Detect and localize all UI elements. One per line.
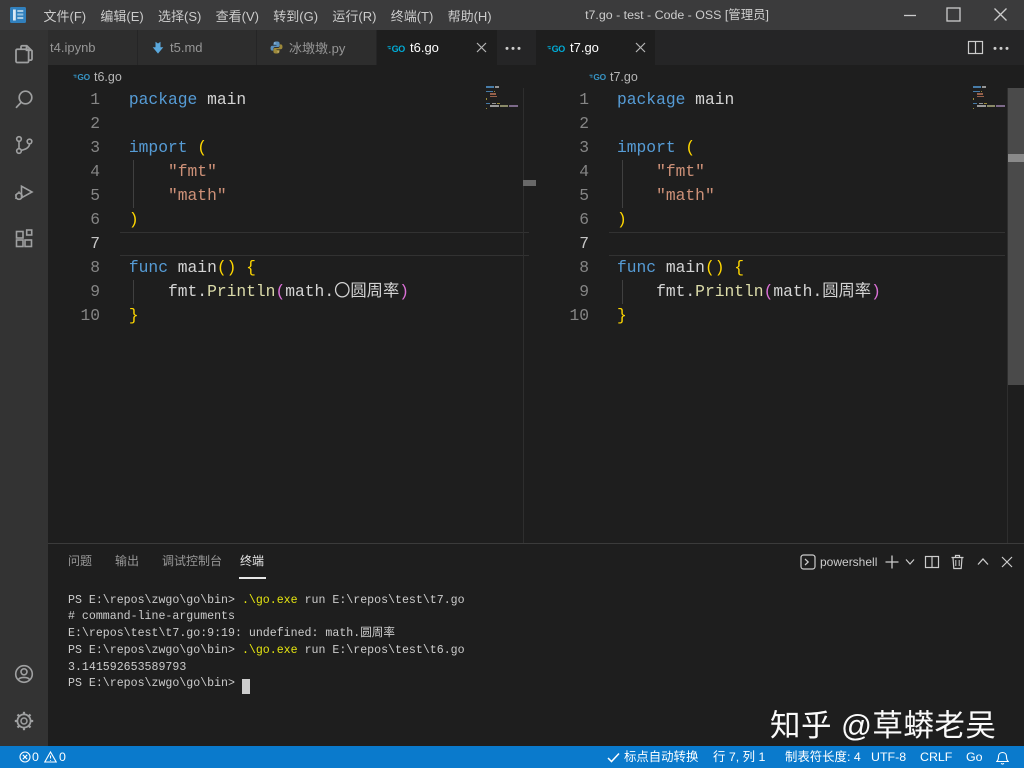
svg-text:GO: GO [552,43,566,53]
svg-text:GO: GO [392,43,406,53]
svg-text:GO: GO [593,72,606,82]
svg-text:GO: GO [77,72,90,82]
